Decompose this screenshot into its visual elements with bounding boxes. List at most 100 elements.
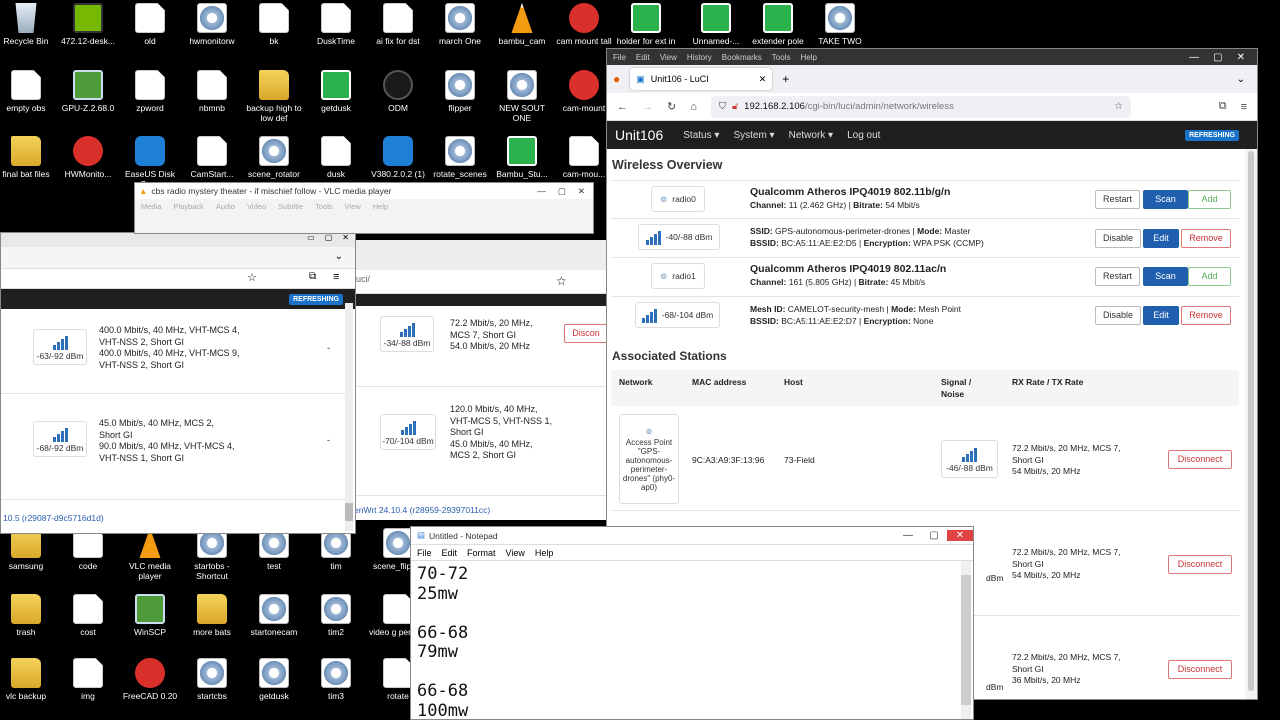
menu-item[interactable]: File [417, 548, 432, 558]
desktop-icon[interactable]: Recycle Bin [0, 3, 57, 46]
menu-item[interactable]: Help [373, 202, 388, 211]
desktop-icon[interactable]: more bats [181, 594, 243, 637]
menu-item[interactable]: Help [800, 53, 816, 62]
disable-button[interactable]: Disable [1095, 306, 1141, 325]
desktop-icon[interactable]: ODM [367, 70, 429, 113]
tab-luci[interactable]: ▣ Unit106 - LuCI ✕ [630, 68, 773, 90]
scan-button[interactable]: Scan [1143, 267, 1188, 286]
menu-item[interactable]: Video [247, 202, 266, 211]
desktop-icon[interactable]: hwmonitorw [181, 3, 243, 46]
desktop-icon[interactable]: trash [0, 594, 57, 637]
firmware-link[interactable]: 10.5 (r29087-d9c5716d1d) [3, 513, 104, 525]
firefox-icon[interactable]: ● [613, 72, 620, 86]
desktop-icon[interactable]: zpword [119, 70, 181, 113]
desktop-icon[interactable]: samsung [0, 528, 57, 571]
desktop-icon[interactable]: cost [57, 594, 119, 637]
new-tab-icon[interactable]: + [782, 72, 789, 86]
firefox-menu-bar[interactable]: File Edit View History Bookmarks Tools Help [607, 49, 1257, 65]
scan-button[interactable]: Scan [1143, 190, 1188, 209]
minimize-icon[interactable]: — [895, 530, 921, 541]
desktop-icon[interactable]: tim3 [305, 658, 367, 701]
menu-item[interactable]: File [613, 53, 626, 62]
maximize-icon[interactable]: ▢ [1213, 52, 1222, 63]
remove-button[interactable]: Remove [1181, 229, 1231, 248]
nav-network[interactable]: Network ▾ [789, 130, 834, 141]
menu-item[interactable]: Tools [772, 53, 791, 62]
desktop-icon[interactable]: march One [429, 3, 491, 46]
desktop-icon[interactable]: old [119, 3, 181, 46]
notepad-menu-bar[interactable]: File Edit Format View Help [411, 545, 973, 561]
desktop-icon[interactable]: VLC media player [119, 528, 181, 581]
menu-icon[interactable]: ≡ [1241, 101, 1247, 113]
menu-item[interactable]: Playback [173, 202, 203, 211]
shield-icon[interactable]: ⛉ [719, 101, 726, 112]
desktop-icon[interactable]: startcbs [181, 658, 243, 701]
desktop-icon[interactable]: bambu_cam [491, 3, 553, 46]
restart-button[interactable]: Restart [1095, 267, 1140, 286]
disconnect-button[interactable]: Disconnect [1168, 555, 1232, 574]
tab-list-icon[interactable]: ⌄ [1237, 74, 1245, 85]
firmware-link[interactable]: enWrt 24.10.4 (r28959-29397011cc) [356, 505, 490, 517]
firefox-window-controls[interactable]: — ▢ ✕ [1189, 49, 1257, 65]
reload-icon[interactable]: ↻ [667, 100, 676, 113]
desktop-icon[interactable]: vlc backup [0, 658, 57, 701]
url-bar[interactable]: ⛉ 🔓︎ 192.168.2.106/cgi-bin/luci/admin/ne… [710, 95, 1131, 118]
desktop-icon[interactable]: HWMonito... [57, 136, 119, 179]
disconnect-button[interactable]: Discon [564, 324, 606, 343]
desktop-icon[interactable]: DuskTime [305, 3, 367, 46]
menu-item[interactable]: History [687, 53, 712, 62]
desktop-icon[interactable]: startonecam [243, 594, 305, 637]
desktop-icon[interactable]: flipper [429, 70, 491, 113]
menu-item[interactable]: Media [141, 202, 161, 211]
desktop-icon[interactable]: tim2 [305, 594, 367, 637]
add-button[interactable]: Add [1188, 190, 1231, 209]
desktop-icon[interactable]: cam mount tall [553, 3, 615, 46]
desktop-icon[interactable]: CamStart... [181, 136, 243, 179]
desktop-icon[interactable]: getdusk [305, 70, 367, 113]
add-button[interactable]: Add [1188, 267, 1231, 286]
menu-item[interactable]: Edit [636, 53, 650, 62]
desktop-icon[interactable]: Bambu_Stu... [491, 136, 553, 179]
menu-item[interactable]: Help [535, 548, 554, 558]
notepad-text-area[interactable]: 70-72 25mw 66-68 79mw 66-68 100mw [411, 561, 973, 719]
desktop-icon[interactable]: rotate_scenes [429, 136, 491, 179]
menu-icon[interactable]: ≡ [333, 271, 339, 283]
desktop-icon[interactable]: TAKE TWO [809, 3, 871, 46]
desktop-icon[interactable]: extender pole [747, 3, 809, 46]
disconnect-button[interactable]: Disconnect [1168, 660, 1232, 679]
edit-button[interactable]: Edit [1143, 306, 1179, 325]
desktop-icon[interactable]: startobs - Shortcut [181, 528, 243, 581]
menu-item[interactable]: Subtitle [278, 202, 303, 211]
desktop-icon[interactable]: GPU-Z.2.68.0 [57, 70, 119, 113]
desktop-icon[interactable]: backup high to low def [243, 70, 305, 123]
vlc-window[interactable]: ▲ cbs radio mystery theater - if mischie… [134, 182, 594, 234]
nav-logout[interactable]: Log out [847, 130, 880, 141]
nav-system[interactable]: System ▾ [733, 130, 774, 141]
desktop-icon[interactable]: ai fix for dst [367, 3, 429, 46]
desktop-icon[interactable]: nbmnb [181, 70, 243, 113]
menu-item[interactable]: Edit [442, 548, 458, 558]
menu-item[interactable]: Audio [216, 202, 235, 211]
close-tab-icon[interactable]: ✕ [759, 74, 767, 85]
menu-item[interactable]: Bookmarks [722, 53, 762, 62]
left-browser-window[interactable]: ▭ ▢ ✕ ⌄ ☆ ⧉ ≡ REFRESHING -63/-92 dBm 400.0… [0, 232, 356, 534]
bookmark-star-icon[interactable]: ☆ [1114, 101, 1123, 112]
middle-browser-window[interactable]: luci/ luci/☆ -34/-88 dBm 72.2 Mbit/s, 20… [356, 240, 606, 520]
desktop-icon[interactable]: 472.12-desk... [57, 3, 119, 46]
chevron-down-icon[interactable]: ⌄ [335, 251, 343, 262]
desktop-icon[interactable]: FreeCAD 0.20 [119, 658, 181, 701]
vlc-window-controls[interactable]: — ▢ ✕ [537, 186, 593, 197]
disconnect-button[interactable]: Disconnect [1168, 450, 1232, 469]
minimize-icon[interactable]: — [1189, 52, 1199, 63]
notepad-window[interactable]: ▤ Untitled - Notepad — ▢ ✕ File Edit Format V… [410, 526, 974, 720]
desktop-icon[interactable]: test [243, 528, 305, 571]
restart-button[interactable]: Restart [1095, 190, 1140, 209]
scrollbar[interactable] [961, 561, 971, 719]
desktop-icon[interactable]: WinSCP [119, 594, 181, 637]
nav-status[interactable]: Status ▾ [683, 130, 719, 141]
remove-button[interactable]: Remove [1181, 306, 1231, 325]
menu-item[interactable]: View [345, 202, 361, 211]
bookmark-star-icon[interactable]: ☆ [247, 271, 257, 284]
desktop-icon[interactable]: code [57, 528, 119, 571]
left-window-controls[interactable]: ▭ ▢ ✕ [1, 233, 355, 247]
